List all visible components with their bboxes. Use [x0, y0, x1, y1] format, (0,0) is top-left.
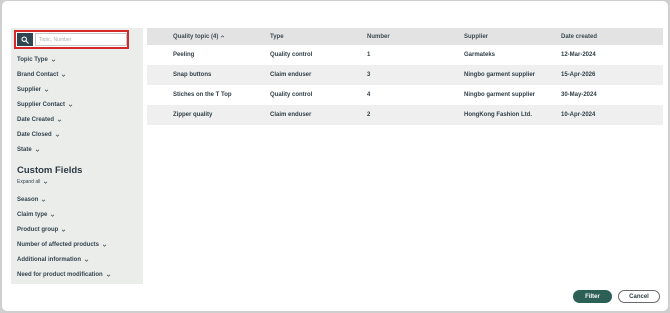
- filter-season[interactable]: Season: [17, 197, 46, 203]
- filter-additional-information[interactable]: Additional information: [17, 257, 89, 263]
- chevron-down-icon: [44, 89, 49, 92]
- cell-number: 1: [367, 52, 371, 58]
- filter-label: Product group: [17, 227, 59, 233]
- chevron-down-icon: [51, 214, 55, 217]
- cell-date: 10-Apr-2024: [561, 112, 596, 118]
- chevron-down-icon: [62, 74, 66, 77]
- filter-date-closed[interactable]: Date Closed: [17, 132, 60, 138]
- filter-label: Date Closed: [17, 132, 52, 138]
- filter-label: Number of affected products: [17, 242, 100, 248]
- filter-label: Date Created: [17, 117, 55, 123]
- cell-number: 2: [367, 112, 371, 118]
- table-header: Quality topic (4) Type Number Supplier D…: [147, 28, 663, 45]
- chevron-down-icon: [35, 149, 39, 152]
- search-icon: [21, 35, 29, 44]
- cell-number: 3: [367, 72, 371, 78]
- cell-topic: Stiches on the T Top: [173, 92, 232, 98]
- chevron-down-icon: [42, 199, 46, 202]
- table-row[interactable]: Peeling Quality control 1 Garmateks 12-M…: [147, 45, 663, 65]
- cell-date: 30-May-2024: [561, 92, 597, 98]
- cell-supplier: HongKong Fashion Ltd.: [464, 112, 532, 118]
- filter-button[interactable]: Filter: [573, 290, 612, 303]
- results-table: Quality topic (4) Type Number Supplier D…: [147, 28, 663, 125]
- filter-product-group[interactable]: Product group: [17, 227, 66, 233]
- cell-date: 12-Mar-2024: [561, 52, 596, 58]
- filter-label: Season: [17, 197, 39, 203]
- filter-need-product-modification[interactable]: Need for product modification: [17, 272, 111, 278]
- column-header-date-created[interactable]: Date created: [535, 34, 663, 40]
- chevron-down-icon: [68, 104, 73, 107]
- sort-ascending-icon: [221, 35, 225, 38]
- chevron-down-icon: [44, 181, 48, 184]
- chevron-down-icon: [55, 134, 59, 137]
- filter-state[interactable]: State: [17, 147, 40, 153]
- filter-label: Supplier Contact: [17, 102, 66, 108]
- chevron-down-icon: [51, 59, 56, 62]
- cancel-button[interactable]: Cancel: [618, 290, 660, 303]
- column-header-type[interactable]: Type: [244, 34, 341, 40]
- filter-label: Additional information: [17, 257, 81, 263]
- table-row[interactable]: Snap buttons Claim enduser 3 Ningbo garm…: [147, 65, 663, 85]
- cell-topic: Zipper quality: [173, 112, 213, 118]
- filter-label: Brand Contact: [17, 72, 59, 78]
- cell-supplier: Ningbo garment supplier: [464, 92, 536, 98]
- filter-topic-type[interactable]: Topic Type: [17, 57, 56, 63]
- chevron-down-icon: [57, 119, 62, 122]
- column-header-number[interactable]: Number: [341, 34, 438, 40]
- expand-all-toggle[interactable]: Expand all: [17, 179, 48, 185]
- filter-date-created[interactable]: Date Created: [17, 117, 62, 123]
- search-box: [14, 30, 129, 49]
- filter-label: State: [17, 147, 32, 153]
- column-header-supplier[interactable]: Supplier: [438, 34, 535, 40]
- chevron-down-icon: [84, 259, 89, 262]
- filter-sidebar: Topic Type Brand Contact Supplier Suppli…: [11, 28, 143, 284]
- filter-number-affected-products[interactable]: Number of affected products: [17, 242, 107, 248]
- cell-type: Claim enduser: [270, 112, 312, 118]
- cell-supplier: Garmateks: [464, 52, 496, 58]
- filter-modal: Topic Type Brand Contact Supplier Suppli…: [2, 1, 668, 311]
- cell-type: Quality control: [270, 92, 313, 98]
- cell-number: 4: [367, 92, 371, 98]
- cell-type: Quality control: [270, 52, 313, 58]
- filter-label: Claim type: [17, 212, 48, 218]
- filter-supplier-contact[interactable]: Supplier Contact: [17, 102, 73, 108]
- chevron-down-icon: [102, 244, 107, 247]
- expand-all-label: Expand all: [17, 179, 41, 185]
- filter-label: Supplier: [17, 87, 42, 93]
- cell-topic: Snap buttons: [173, 72, 212, 78]
- chevron-down-icon: [106, 274, 110, 277]
- filter-brand-contact[interactable]: Brand Contact: [17, 72, 66, 78]
- cell-topic: Peeling: [173, 52, 195, 58]
- filter-label: Topic Type: [17, 57, 48, 63]
- table-row[interactable]: Zipper quality Claim enduser 2 HongKong …: [147, 105, 663, 125]
- cell-date: 15-Apr-2026: [561, 72, 596, 78]
- custom-fields-title: Custom Fields: [17, 165, 83, 176]
- filter-supplier[interactable]: Supplier: [17, 87, 49, 93]
- filter-label: Need for product modification: [17, 272, 103, 278]
- search-button[interactable]: [17, 33, 33, 46]
- search-input[interactable]: [35, 33, 127, 46]
- chevron-down-icon: [62, 229, 66, 232]
- column-header-quality-topic[interactable]: Quality topic (4): [147, 34, 244, 40]
- cell-supplier: Ningbo garment supplier: [464, 72, 536, 78]
- table-row[interactable]: Stiches on the T Top Quality control 4 N…: [147, 85, 663, 105]
- column-header-label: Quality topic (4): [173, 33, 219, 40]
- cell-type: Claim enduser: [270, 72, 312, 78]
- filter-claim-type[interactable]: Claim type: [17, 212, 55, 218]
